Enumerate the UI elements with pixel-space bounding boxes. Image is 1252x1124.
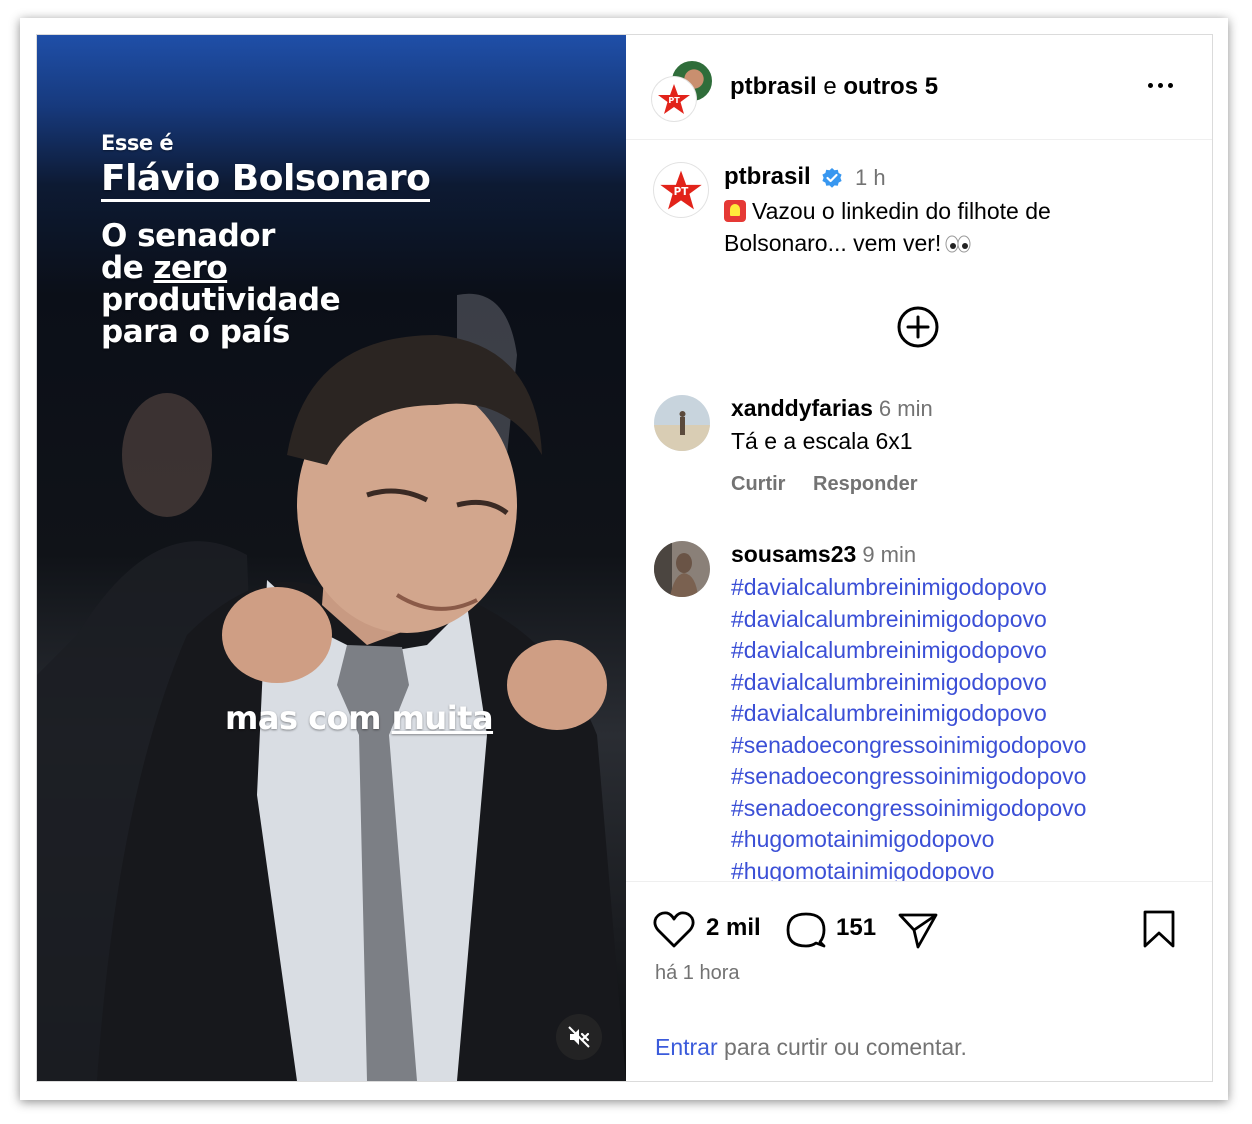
overlay-bottom-prefix: mas com [225, 699, 392, 737]
collab-avatars[interactable]: PT [652, 59, 714, 121]
hashtag-link[interactable]: #senadoecongressoinimigodopovo [731, 793, 1086, 825]
hashtag-link[interactable]: #senadoecongressoinimigodopovo [731, 761, 1086, 793]
comment-hashtags: #davialcalumbreinimigodopovo #davialcalu… [731, 572, 1086, 881]
comment-item: sousams23 9 min #davialcalumbreinimigodop… [654, 541, 1194, 881]
instagram-post: Esse é Flávio Bolsonaro O senador de zer… [36, 34, 1213, 1082]
caption-avatar[interactable]: PT [654, 163, 708, 217]
svg-text:PT: PT [668, 96, 680, 105]
post-footer: 2 mil 151 há 1 hora Entrar para curtir o… [626, 881, 1212, 1081]
comment-header: xanddyfarias 6 min [731, 395, 933, 422]
hashtag-link[interactable]: #senadoecongressoinimigodopovo [731, 730, 1086, 762]
comment-time[interactable]: 9 min [862, 542, 916, 567]
comment-time[interactable]: 6 min [879, 396, 933, 421]
speaker-muted-icon [568, 1026, 590, 1048]
bookmark-icon[interactable] [1139, 908, 1179, 950]
post-timestamp[interactable]: há 1 hora [655, 962, 740, 985]
beach-photo-avatar [654, 395, 710, 451]
commenter-avatar[interactable] [654, 395, 710, 451]
overlay-bottom-underlined: muita [391, 699, 494, 737]
overlay-name-text: Flávio Bolsonaro [101, 159, 431, 202]
overlay-line-4: para o país [101, 314, 290, 350]
share-paper-plane-icon[interactable] [896, 910, 940, 950]
verified-badge-icon [822, 168, 842, 188]
header-connector: e [823, 73, 837, 100]
hashtag-link[interactable]: #davialcalumbreinimigodopovo [731, 635, 1086, 667]
login-prompt-text: para curtir ou comentar. [724, 1034, 967, 1060]
overlay-bottom-text: mas com muita [225, 699, 494, 737]
caption-username[interactable]: ptbrasil [724, 163, 811, 191]
comment-reply-button[interactable]: Responder [813, 473, 917, 495]
heart-icon[interactable] [652, 910, 696, 950]
pt-star-logo-icon: PT [660, 170, 702, 210]
overlay-line-3: produtividade [101, 282, 341, 318]
comments-count[interactable]: 151 [836, 914, 876, 942]
commenter-avatar[interactable] [654, 541, 710, 597]
overlay-line-2-underlined: zero [153, 250, 228, 286]
post-side-panel: PT ptbrasil e outros 5 PT ptbrasil 1 h V… [626, 35, 1212, 1081]
comments-list[interactable]: xanddyfarias 6 min Tá e a escala 6x1 Curt… [626, 385, 1212, 881]
comment-actions: Curtir Responder [731, 473, 939, 496]
comment-item: xanddyfarias 6 min Tá e a escala 6x1 Curt… [654, 395, 1194, 505]
comment-like-button[interactable]: Curtir [731, 473, 785, 495]
hashtag-link[interactable]: #hugomotainimigodopovo [731, 856, 1086, 882]
login-link[interactable]: Entrar [655, 1034, 718, 1060]
overlay-line-1: O senador [101, 218, 275, 254]
caption-body: Vazou o linkedin do filhote de Bolsonaro… [724, 198, 1051, 256]
comment-text: Tá e a escala 6x1 [731, 428, 913, 454]
selfie-photo-avatar [654, 541, 710, 597]
mute-button[interactable] [556, 1014, 602, 1060]
header-title: ptbrasil e outros 5 [730, 73, 938, 101]
header-username[interactable]: ptbrasil [730, 73, 817, 100]
overlay-line-2-prefix: de [101, 250, 154, 286]
comment-bubble-icon[interactable] [784, 910, 828, 950]
more-horizontal-icon [1147, 82, 1153, 88]
overlay-line-2: de zero [101, 250, 228, 286]
login-prompt: Entrar para curtir ou comentar. [655, 1034, 967, 1061]
caption-text: Vazou o linkedin do filhote de Bolsonaro… [724, 195, 1164, 259]
likes-count[interactable]: 2 mil [706, 914, 761, 942]
overlay-intro-text: Esse é [101, 131, 174, 155]
hashtag-link[interactable]: #davialcalumbreinimigodopovo [731, 667, 1086, 699]
hashtag-link[interactable]: #hugomotainimigodopovo [731, 824, 1086, 856]
post-video[interactable]: Esse é Flávio Bolsonaro O senador de zer… [37, 35, 626, 1081]
more-options-button[interactable] [1143, 73, 1177, 97]
header-others-link[interactable]: outros 5 [843, 73, 938, 100]
caption-time[interactable]: 1 h [855, 165, 886, 191]
siren-emoji-icon [724, 200, 746, 222]
post-header: PT ptbrasil e outros 5 [626, 35, 1212, 140]
hashtag-link[interactable]: #davialcalumbreinimigodopovo [731, 572, 1086, 604]
plus-circle-icon[interactable] [896, 305, 940, 349]
ptbrasil-avatar: PT [652, 77, 696, 121]
svg-text:PT: PT [674, 186, 689, 198]
eyes-emoji-icon [945, 235, 971, 253]
hashtag-link[interactable]: #davialcalumbreinimigodopovo [731, 698, 1086, 730]
more-horizontal-icon [1157, 82, 1163, 88]
comment-username[interactable]: sousams23 [731, 541, 856, 567]
more-horizontal-icon [1167, 82, 1173, 88]
comment-username[interactable]: xanddyfarias [731, 395, 873, 421]
hashtag-link[interactable]: #davialcalumbreinimigodopovo [731, 604, 1086, 636]
comment-header: sousams23 9 min [731, 541, 916, 568]
pt-star-logo-icon: PT [658, 84, 690, 114]
